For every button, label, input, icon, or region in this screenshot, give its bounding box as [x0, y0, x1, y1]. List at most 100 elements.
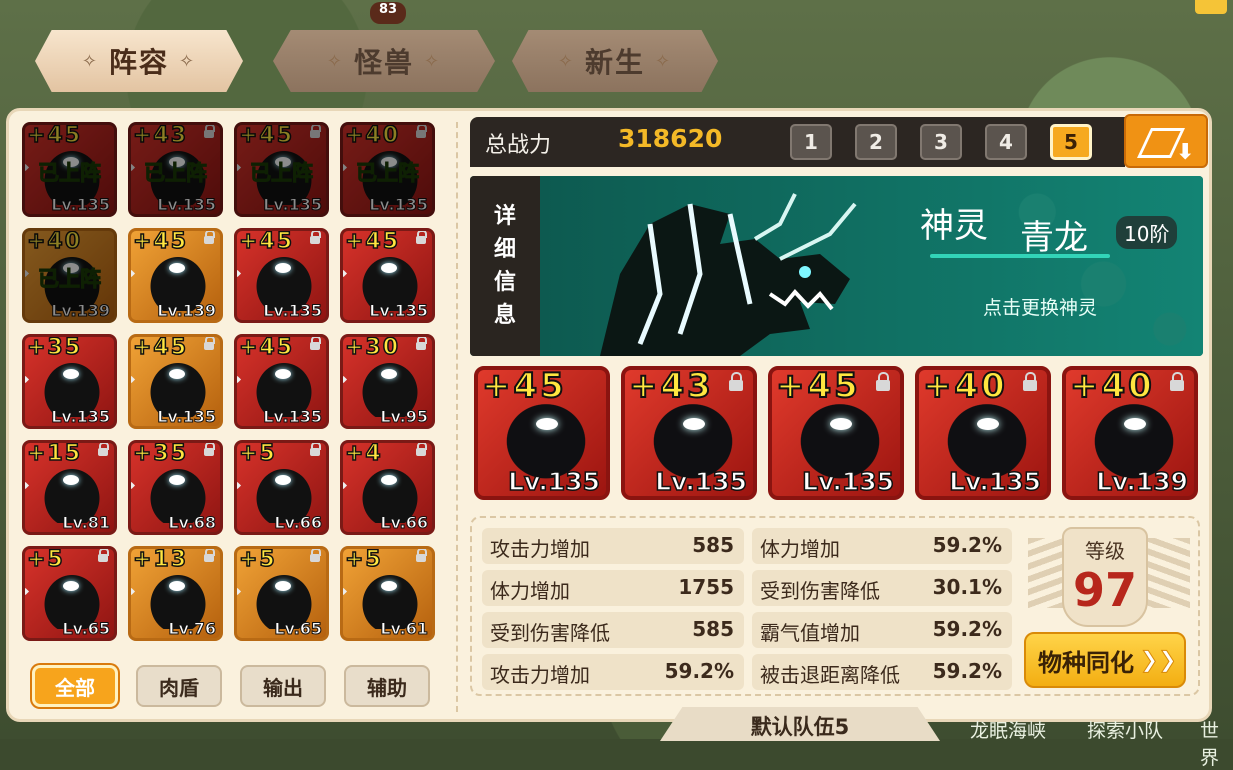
monster-card[interactable]: +45 Lv.139: [128, 228, 223, 323]
monster-level: Lv.66: [380, 513, 429, 533]
enhance-level: +45: [238, 229, 295, 255]
monster-card[interactable]: +5 Lv.65: [22, 546, 117, 641]
monster-card[interactable]: +45 Lv.135: [340, 228, 435, 323]
enhance-level: +45: [132, 229, 189, 255]
star-diamonds: [237, 269, 242, 278]
change-spirit-hint[interactable]: 点击更换神灵: [983, 293, 1097, 320]
monster-card[interactable]: +45 Lv.135: [234, 228, 329, 323]
tab-1[interactable]: ✧ 怪兽 ✧: [273, 30, 495, 92]
team-tab-3[interactable]: 3: [920, 124, 962, 160]
team-tab-4[interactable]: 4: [985, 124, 1027, 160]
stat-name: 被击退距离降低: [760, 663, 900, 687]
enhance-level: +45: [344, 229, 401, 255]
lock-icon: [1023, 372, 1037, 391]
monster-card[interactable]: +5 Lv.61: [340, 546, 435, 641]
monster-level: Lv.135: [654, 466, 747, 496]
enhance-level: +4: [344, 441, 383, 467]
stat-name: 体力增加: [760, 537, 840, 561]
on-team-label: 已上阵: [38, 161, 102, 186]
team-slot-card[interactable]: +43 Lv.135: [621, 366, 757, 500]
stat-value: 30.1%: [932, 575, 1002, 599]
filter-button-0[interactable]: 全部: [32, 665, 118, 707]
monster-level: Lv.65: [274, 619, 323, 639]
star-diamonds: [343, 269, 348, 278]
details-char: 息: [493, 303, 516, 328]
lock-icon: [416, 549, 427, 562]
monster-level: Lv.66: [274, 513, 323, 533]
monster-level: Lv.135: [507, 466, 600, 496]
monster-card[interactable]: +43 Lv.135 已上阵: [128, 122, 223, 217]
tab-deco-icon: ✧: [179, 50, 197, 72]
map-label-world[interactable]: 世界: [1200, 716, 1233, 770]
enhance-level: +40: [922, 366, 1008, 407]
stat-row: 霸气值增加 59.2%: [752, 612, 1012, 648]
monster-card[interactable]: +35 Lv.68: [128, 440, 223, 535]
star-diamonds: [131, 269, 136, 278]
right-wing-decor: [1146, 538, 1190, 608]
spirit-rank-badge: 10阶: [1116, 216, 1178, 249]
team-tab-5[interactable]: 5: [1050, 124, 1092, 160]
monster-card[interactable]: +4 Lv.66: [340, 440, 435, 535]
monster-card[interactable]: +45 Lv.135 已上阵: [234, 122, 329, 217]
team-slot-card[interactable]: +40 Lv.135: [915, 366, 1051, 500]
lock-icon: [876, 372, 890, 391]
level-label: 等级: [1085, 539, 1125, 563]
lock-icon: [729, 372, 743, 391]
monster-card[interactable]: +45 Lv.135: [234, 334, 329, 429]
species-assimilate-button[interactable]: 物种同化 ❯❯: [1024, 632, 1186, 688]
map-level-badge: 83: [370, 2, 406, 24]
star-diamonds: [131, 587, 136, 596]
details-button[interactable]: 详细信息: [470, 176, 540, 356]
star-diamonds: [237, 481, 242, 490]
tab-2[interactable]: ✧ 新生 ✧: [512, 30, 718, 92]
lock-icon: [204, 549, 215, 562]
enhance-level: +45: [26, 123, 83, 149]
enhance-level: +5: [238, 547, 277, 573]
monster-level: Lv.61: [380, 619, 429, 639]
stat-value: 1755: [678, 575, 734, 599]
monster-card[interactable]: +5 Lv.65: [234, 546, 329, 641]
monster-card[interactable]: +15 Lv.81: [22, 440, 117, 535]
spirit-banner[interactable]: 详细信息 神灵 青龙 10阶 点击更换神灵: [470, 176, 1203, 356]
enhance-level: +15: [26, 441, 83, 467]
monster-card[interactable]: +40 Lv.135 已上阵: [340, 122, 435, 217]
switch-team-button[interactable]: ⬇: [1124, 114, 1208, 168]
tab-deco-icon: ✧: [655, 50, 673, 72]
stat-row: 体力增加 1755: [482, 570, 744, 606]
monster-card[interactable]: +5 Lv.66: [234, 440, 329, 535]
filter-button-3[interactable]: 辅助: [344, 665, 430, 707]
monster-card[interactable]: +30 Lv.95: [340, 334, 435, 429]
team-tab-2[interactable]: 2: [855, 124, 897, 160]
stat-row: 攻击力增加 59.2%: [482, 654, 744, 690]
monster-card[interactable]: +45 Lv.135 已上阵: [22, 122, 117, 217]
monster-card[interactable]: +13 Lv.76: [128, 546, 223, 641]
stat-row: 攻击力增加 585: [482, 528, 744, 564]
team-tab-1[interactable]: 1: [790, 124, 832, 160]
monster-card[interactable]: +45 Lv.135: [128, 334, 223, 429]
stat-name: 受到伤害降低: [490, 621, 610, 645]
tab-0[interactable]: ✧ 阵容 ✧: [35, 30, 243, 92]
enhance-level: +5: [344, 547, 383, 573]
monster-card[interactable]: +35 Lv.135: [22, 334, 117, 429]
tab-deco-icon: ✧: [326, 50, 344, 72]
monster-level: Lv.135: [948, 466, 1041, 496]
enhance-level: +45: [238, 123, 295, 149]
stat-value: 59.2%: [932, 659, 1002, 683]
lock-icon: [204, 231, 215, 244]
filter-button-1[interactable]: 肉盾: [136, 665, 222, 707]
default-team-text: 默认队伍5: [750, 715, 850, 739]
enhance-level: +43: [628, 366, 714, 407]
monster-level: Lv.135: [51, 407, 111, 427]
default-team-label[interactable]: 默认队伍5: [660, 707, 940, 741]
filter-button-2[interactable]: 输出: [240, 665, 326, 707]
team-slot-card[interactable]: +45 Lv.135: [474, 366, 610, 500]
lock-icon: [416, 443, 427, 456]
team-slot-card[interactable]: +45 Lv.135: [768, 366, 904, 500]
star-diamonds: [343, 375, 348, 384]
enhance-level: +35: [26, 335, 83, 361]
lock-icon: [310, 549, 321, 562]
star-diamonds: [131, 481, 136, 490]
team-slot-card[interactable]: +40 Lv.139: [1062, 366, 1198, 500]
monster-card[interactable]: +40 Lv.139 已上阵: [22, 228, 117, 323]
star-diamonds: [131, 375, 136, 384]
